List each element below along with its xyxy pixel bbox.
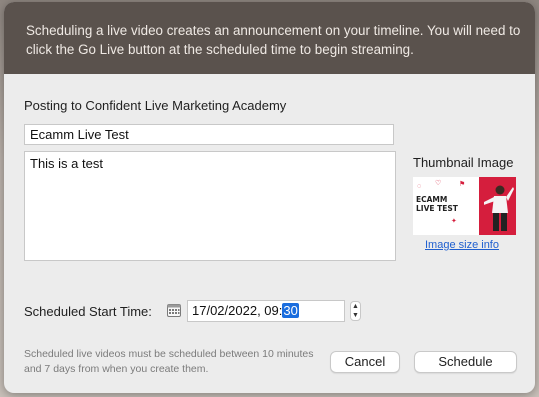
start-time-date: 17/02/2022, 09: [192, 303, 283, 318]
thumbnail-image[interactable]: ECAMM LIVE TEST ♡ ⚑ ◌ ✦ [413, 177, 516, 235]
posting-to-label: Posting to Confident Live Marketing Acad… [24, 98, 287, 113]
start-time-field[interactable]: 17/02/2022, 09:30 [187, 300, 345, 322]
stepper-up-icon[interactable]: ▲ [351, 302, 360, 311]
title-input[interactable]: Ecamm Live Test [24, 124, 394, 145]
thumbnail-label: Thumbnail Image [413, 155, 514, 170]
stepper-down-icon[interactable]: ▼ [351, 311, 360, 320]
schedule-live-dialog: Scheduling a live video creates an annou… [4, 2, 535, 393]
doodle-star-icon: ✦ [451, 218, 457, 225]
cancel-button[interactable]: Cancel [330, 351, 400, 373]
doodle-heart-icon: ♡ [435, 180, 442, 187]
start-time-minutes-selected[interactable]: 30 [282, 303, 299, 318]
start-time-label: Scheduled Start Time: [24, 304, 152, 319]
banner-text: Scheduling a live video creates an annou… [26, 23, 521, 57]
doodle-pin-icon: ⚑ [459, 181, 466, 188]
start-time-stepper[interactable]: ▲ ▼ [350, 301, 361, 321]
info-banner: Scheduling a live video creates an annou… [4, 2, 535, 74]
doodle-chat-icon: ◌ [417, 183, 422, 190]
calendar-icon[interactable] [167, 304, 181, 317]
schedule-button[interactable]: Schedule [414, 351, 517, 373]
schedule-note: Scheduled live videos must be scheduled … [24, 348, 314, 375]
description-textarea[interactable]: This is a test [24, 151, 396, 261]
image-size-info-link[interactable]: Image size info [425, 239, 499, 251]
thumbnail-caption: ECAMM LIVE TEST [416, 195, 458, 213]
person-figure-icon [484, 185, 514, 231]
